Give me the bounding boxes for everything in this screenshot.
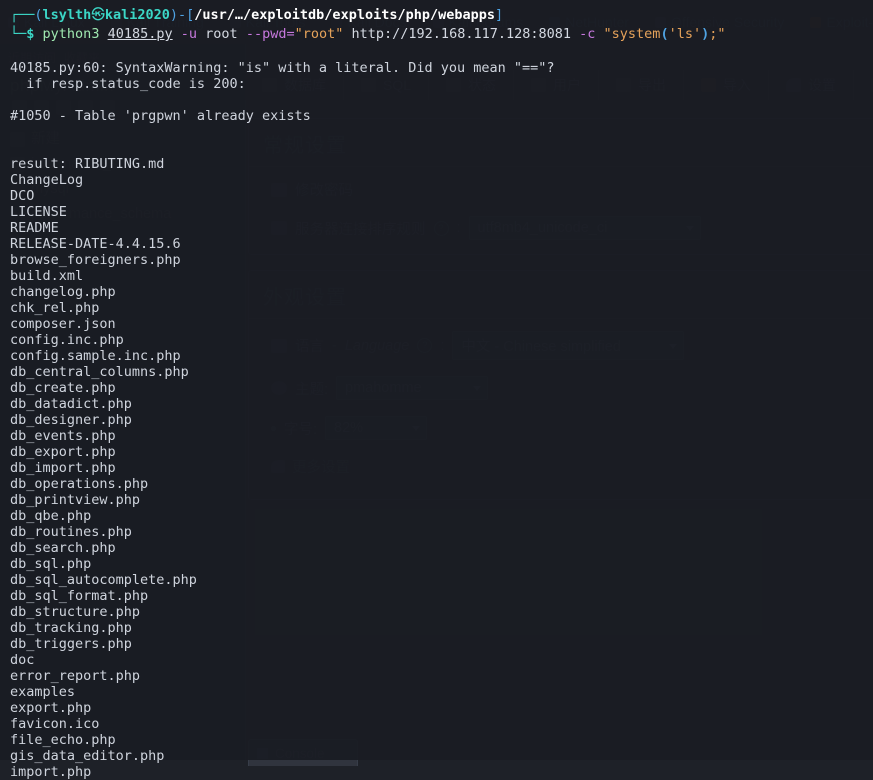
terminal-file-entry: gis_data_editor.php (10, 748, 165, 764)
prompt-host: kali2020 (104, 7, 170, 23)
terminal-file-entry: db_export.php (10, 444, 116, 460)
command-pwd-value: "root" (294, 26, 344, 42)
terminal-output-line: if resp.status_code is 200: (10, 76, 246, 92)
terminal-file-entry: LICENSE (10, 204, 67, 220)
terminal-file-entry: export.php (10, 700, 92, 716)
command-flag-c: -c (579, 26, 596, 42)
terminal-file-entry: db_triggers.php (10, 636, 132, 652)
terminal-file-entry: db_designer.php (10, 412, 132, 428)
terminal-file-entry: db_central_columns.php (10, 364, 189, 380)
command-program: python3 (42, 26, 100, 42)
command-payload-paren-close: ) (701, 26, 710, 42)
terminal-file-entry: db_routines.php (10, 524, 132, 540)
terminal-spacer (10, 140, 863, 156)
terminal-file-entry: changelog.php (10, 284, 116, 300)
terminal-file-entry: db_structure.php (10, 604, 141, 620)
terminal-prompt-line-2: └─$ python3 40185.py -u root --pwd="root… (10, 25, 863, 44)
terminal-file-entry: examples (10, 684, 76, 700)
command-flag-u: -u (180, 26, 198, 42)
terminal-file-entry: config.inc.php (10, 332, 124, 348)
terminal-output-line: 40185.py:60: SyntaxWarning: "is" with a … (10, 60, 555, 76)
terminal-file-entry: db_sql_format.php (10, 588, 149, 604)
prompt-path: /usr/…/exploitdb/exploits/php/webapps (194, 7, 495, 23)
terminal-output-line: #1050 - Table 'prgpwn' already exists (10, 108, 311, 124)
command-target-url: http://192.168.117.128:8081 (351, 26, 571, 42)
terminal-file-entry: db_operations.php (10, 476, 149, 492)
command-flag-pwd: --pwd= (245, 26, 295, 42)
terminal-file-entry: db_qbe.php (10, 508, 92, 524)
terminal-file-entry: result: RIBUTING.md (10, 156, 165, 172)
terminal-file-entry: favicon.ico (10, 716, 100, 732)
terminal-file-entry: db_create.php (10, 380, 116, 396)
terminal-file-entry: file_echo.php (10, 732, 116, 748)
terminal-file-list: result: RIBUTING.md ChangeLog DCO LICENSE RE… (10, 156, 863, 780)
terminal-file-entry: doc (10, 652, 35, 668)
terminal-spacer (10, 124, 863, 140)
command-payload-arg: 'ls' (668, 26, 702, 42)
terminal-file-entry: db_sql.php (10, 556, 92, 572)
terminal-file-entry: import.php (10, 764, 92, 780)
terminal-file-entry: DCO (10, 188, 35, 204)
terminal-file-entry: chk_rel.php (10, 300, 100, 316)
terminal-file-entry: db_events.php (10, 428, 116, 444)
prompt-close-paren: ) (169, 7, 178, 23)
terminal-file-entry: db_printview.php (10, 492, 141, 508)
command-user-value: root (205, 26, 238, 42)
prompt-corner-bottom: └─ (10, 26, 27, 42)
terminal-file-entry: config.sample.inc.php (10, 348, 181, 364)
terminal-file-entry: ChangeLog (10, 172, 84, 188)
command-payload-end: ;" (709, 26, 726, 42)
terminal-file-entry: db_import.php (10, 460, 116, 476)
command-payload-paren-open: ( (660, 26, 669, 42)
terminal-file-entry: db_tracking.php (10, 620, 132, 636)
terminal-file-entry: browse_foreigners.php (10, 252, 181, 268)
terminal-prompt-line-1: ┌──(lsylth㉿kali2020)-[/usr/…/exploitdb/e… (10, 6, 863, 25)
command-script: 40185.py (107, 26, 173, 42)
prompt-dash: - (177, 7, 187, 23)
prompt-close-bracket: ] (495, 7, 504, 23)
command-payload-open: "system (603, 26, 661, 42)
prompt-user: lsylth (42, 7, 92, 23)
terminal-file-entry: db_sql_autocomplete.php (10, 572, 197, 588)
terminal-spacer (10, 44, 863, 60)
prompt-at-symbol: ㉿ (91, 7, 105, 23)
terminal-window[interactable]: ┌──(lsylth㉿kali2020)-[/usr/…/exploitdb/e… (0, 0, 873, 780)
prompt-open-paren: ( (34, 7, 43, 23)
terminal-file-entry: db_search.php (10, 540, 116, 556)
terminal-file-entry: composer.json (10, 316, 116, 332)
terminal-file-entry: error_report.php (10, 668, 141, 684)
prompt-corner-top: ┌── (10, 7, 35, 23)
terminal-spacer (10, 92, 863, 108)
terminal-file-entry: db_datadict.php (10, 396, 132, 412)
terminal-file-entry: build.xml (10, 268, 84, 284)
terminal-file-entry: README (10, 220, 59, 236)
terminal-file-entry: RELEASE-DATE-4.4.15.6 (10, 236, 181, 252)
